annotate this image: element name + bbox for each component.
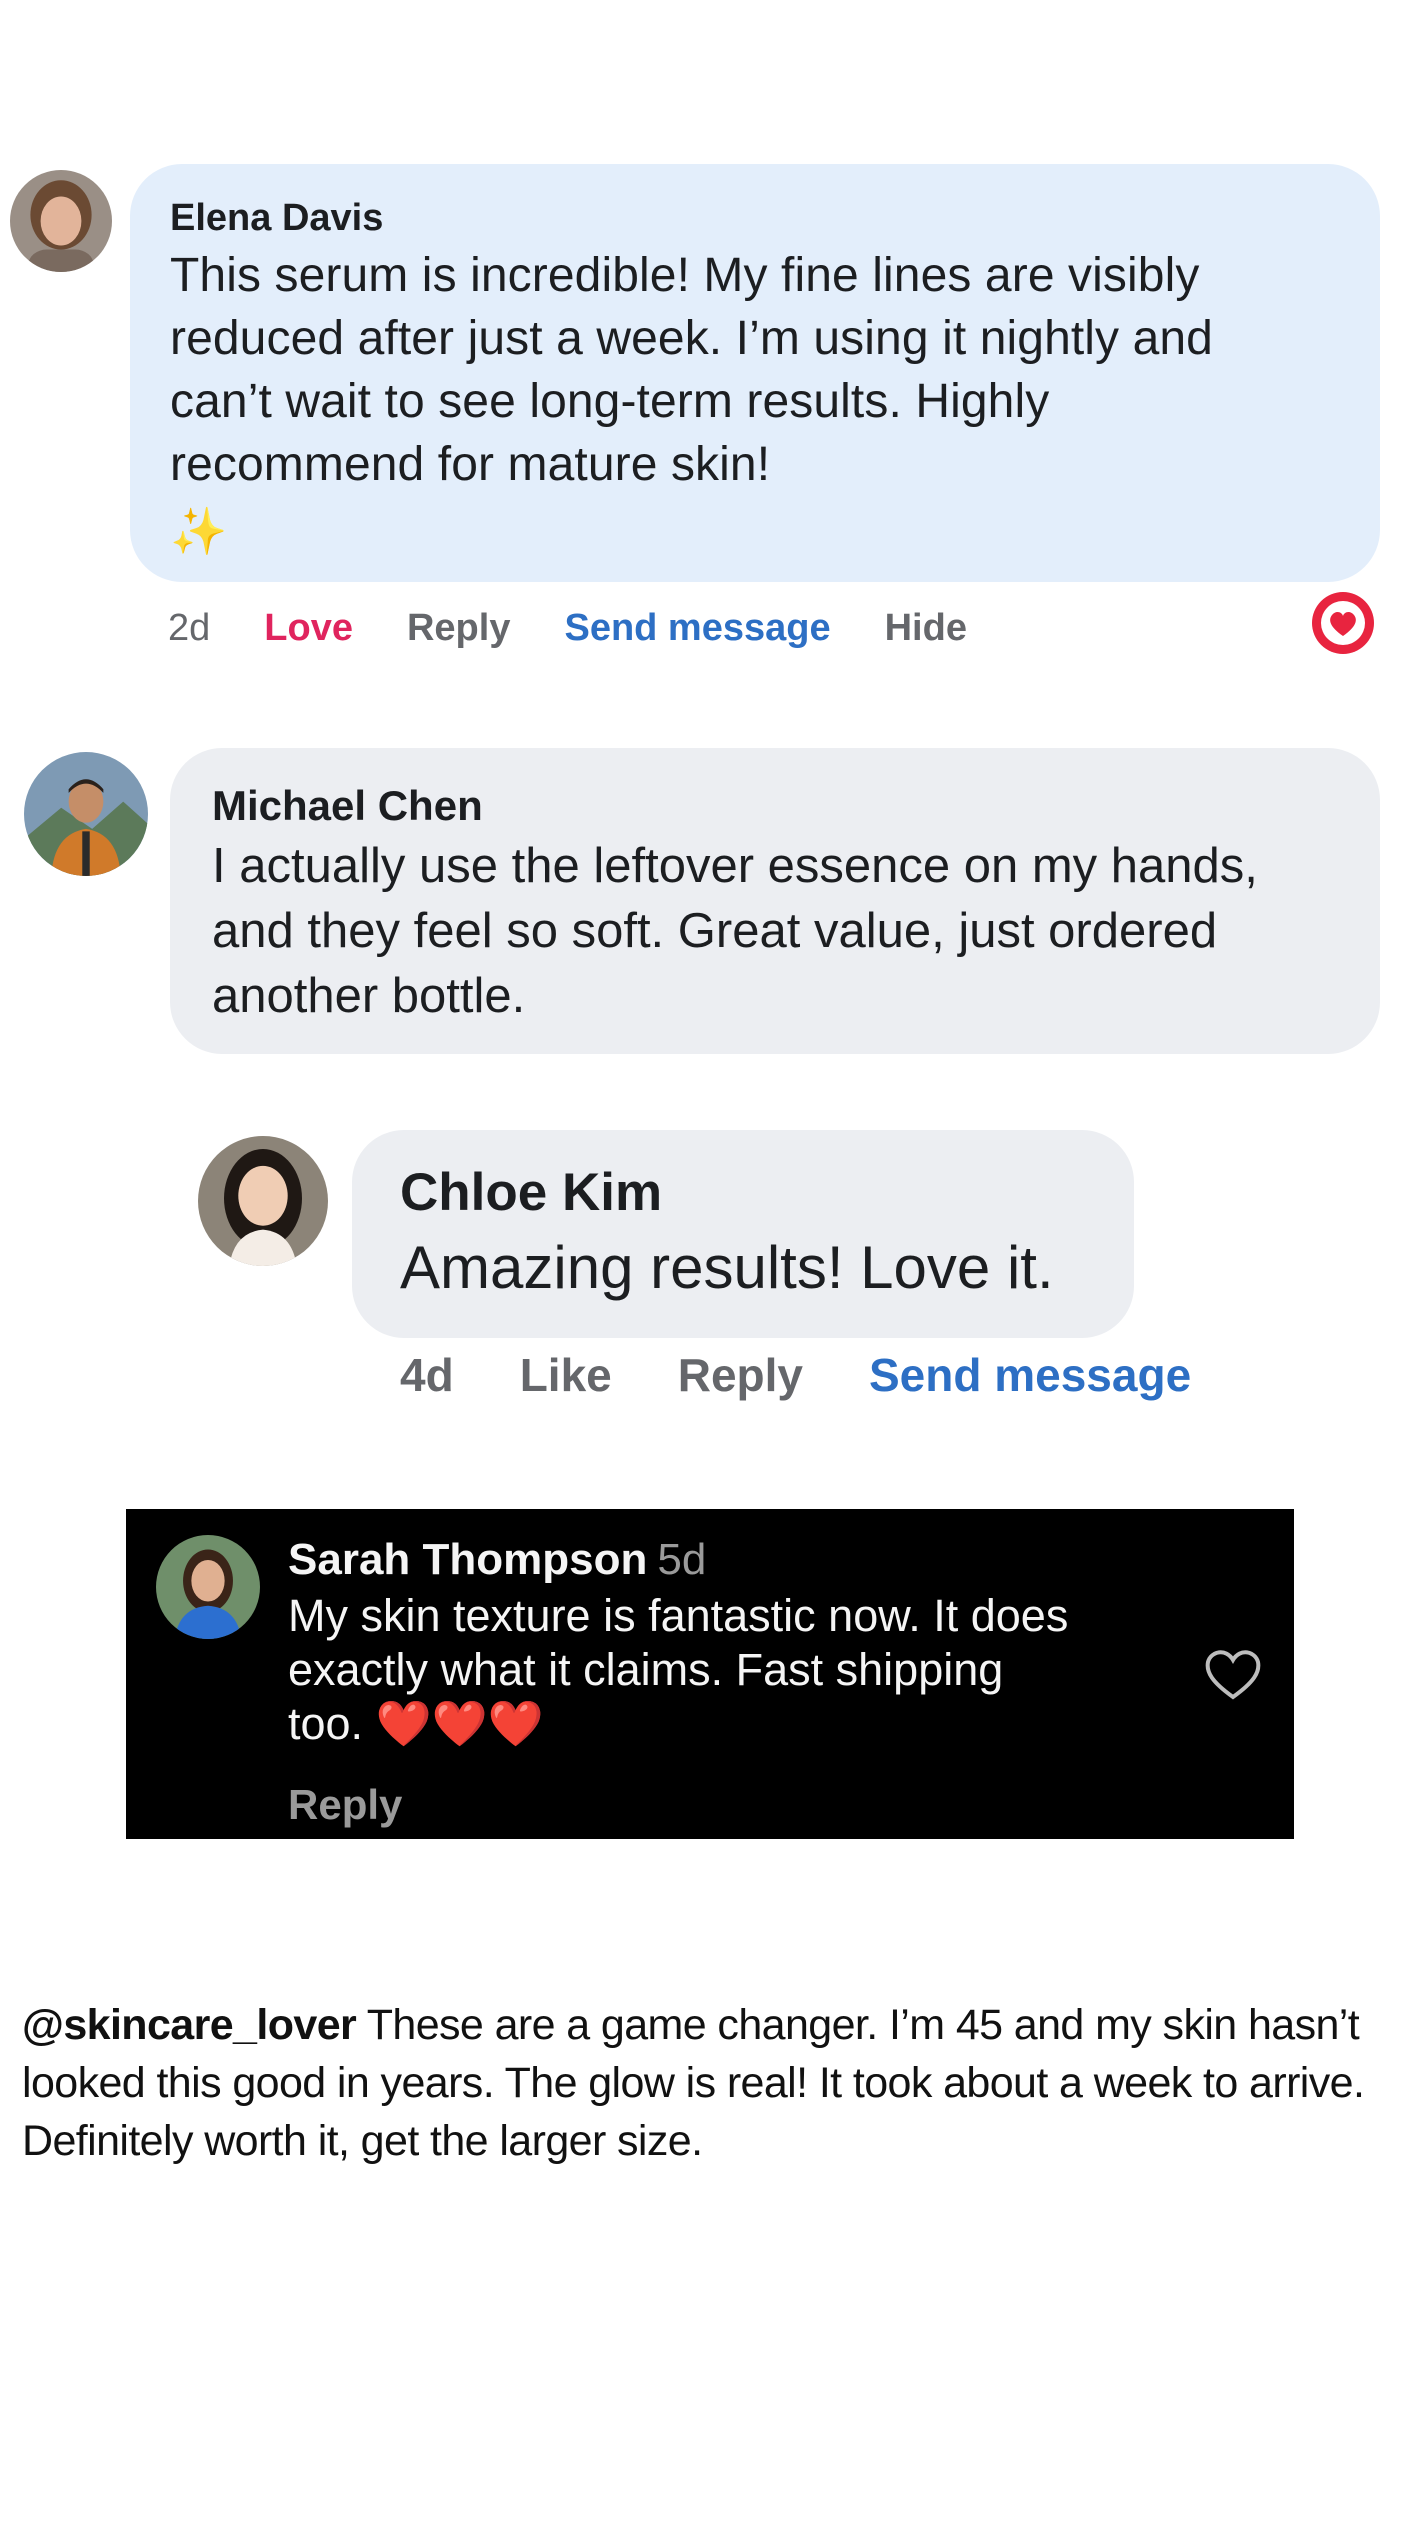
like-button[interactable]: Like (520, 1348, 612, 1402)
comment-bubble-elena-davis: Elena Davis This serum is incredible! My… (130, 164, 1380, 582)
avatar-sarah-thompson[interactable] (156, 1535, 260, 1639)
comment-text-line: exactly what it claims. Fast shipping (288, 1644, 1004, 1695)
heart-outline-icon[interactable] (1202, 1645, 1264, 1701)
comment-bubble-chloe-kim: Chloe Kim Amazing results! Love it. (352, 1130, 1134, 1338)
comment-text-line: recommend for mature skin! (170, 438, 771, 491)
send-message-button[interactable]: Send message (869, 1348, 1191, 1402)
reply-button[interactable]: Reply (678, 1348, 803, 1402)
comment-timestamp[interactable]: 2d (168, 607, 210, 650)
comment-handle[interactable]: @skincare_lover (22, 2001, 357, 2049)
comment-text-line: too. ❤️❤️❤️ (288, 1698, 544, 1749)
comment-text-line: This serum is incredible! My fine lines … (170, 249, 1200, 302)
comment-card-sarah-thompson: Sarah Thompson 5d My skin texture is fant… (126, 1509, 1294, 1839)
sparkles-emoji: ✨ (170, 505, 228, 557)
comment-text-line: My skin texture is fantastic now. It doe… (288, 1590, 1069, 1641)
comment-text: My skin texture is fantastic now. It doe… (288, 1589, 1168, 1751)
reply-button[interactable]: Reply (288, 1781, 402, 1829)
comment-actions: 4d Like Reply Send message (400, 1344, 1257, 1406)
comment-text: These are a game changer. I’m 45 and my … (356, 2001, 1360, 2049)
comment-text: Amazing results! Love it. (400, 1234, 1054, 1301)
comment-text-line: another bottle. (212, 969, 526, 1023)
comment-text-line: reduced after just a week. I’m using it … (170, 312, 1213, 365)
comment-text-line: looked this good in years. The glow is r… (22, 2059, 1365, 2107)
love-button[interactable]: Love (264, 607, 353, 650)
avatar-elena-davis[interactable] (10, 170, 112, 272)
comment-author[interactable]: Michael Chen (212, 778, 1338, 834)
heart-reaction-icon[interactable] (1312, 592, 1374, 654)
comment-timestamp: 5d (657, 1535, 707, 1584)
comment-text-line: @skincare_lover These are a game changer… (22, 1996, 1420, 2054)
reply-button[interactable]: Reply (407, 607, 510, 650)
avatar-michael-chen[interactable] (24, 752, 148, 876)
comment-text-line: Definitely worth it, get the larger size… (22, 2117, 703, 2165)
comment-header: Sarah Thompson 5d (288, 1531, 706, 1589)
hide-button[interactable]: Hide (885, 607, 967, 650)
comment-text-line: I actually use the leftover essence on m… (212, 839, 1258, 893)
comment-author[interactable]: Elena Davis (170, 192, 1340, 244)
avatar-chloe-kim[interactable] (198, 1136, 328, 1266)
comment-text-line: and they feel so soft. Great value, just… (212, 904, 1218, 958)
send-message-button[interactable]: Send message (564, 607, 830, 650)
comment-text-line: can’t wait to see long-term results. Hig… (170, 375, 1050, 428)
comment-author[interactable]: Sarah Thompson (288, 1535, 647, 1584)
comment-actions: 2d Love Reply Send message Hide (168, 598, 1021, 658)
comment-plain-text: @skincare_lover These are a game changer… (22, 1996, 1420, 2170)
comment-bubble-michael-chen: Michael Chen I actually use the leftover… (170, 748, 1380, 1054)
comment-author[interactable]: Chloe Kim (400, 1158, 1086, 1228)
comment-timestamp[interactable]: 4d (400, 1348, 454, 1402)
